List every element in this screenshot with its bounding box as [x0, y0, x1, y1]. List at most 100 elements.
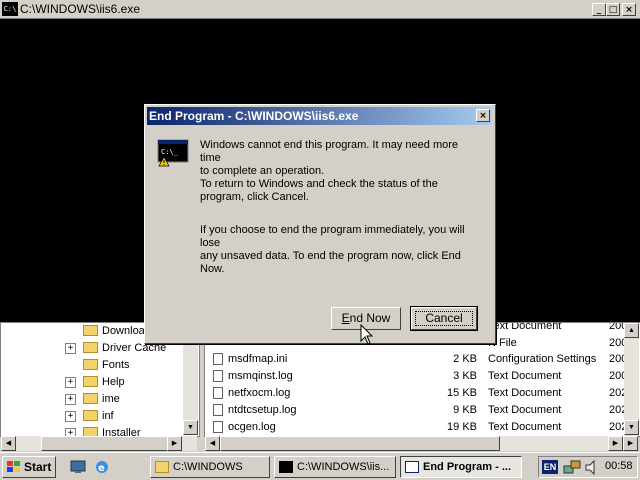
maximize-button[interactable]: □: [606, 3, 620, 16]
scroll-thumb[interactable]: [41, 436, 171, 451]
expand-icon[interactable]: +: [65, 377, 76, 388]
scroll-up-icon[interactable]: ▲: [624, 323, 639, 338]
tree-horizontal-scrollbar[interactable]: ◀ ▶: [1, 436, 197, 451]
system-tray: EN 00:58: [538, 456, 638, 478]
tree-item-label: Downloa: [102, 325, 145, 337]
file-name: netfxocm.log: [228, 387, 291, 399]
scroll-left-icon[interactable]: ◀: [1, 436, 16, 451]
scroll-down-icon[interactable]: ▼: [183, 420, 198, 435]
language-indicator[interactable]: EN: [542, 460, 558, 474]
file-size: 2 KB: [453, 353, 477, 365]
show-desktop-icon[interactable]: [70, 459, 86, 475]
message-paragraph-2: To return to Windows and check the statu…: [200, 178, 480, 204]
mouse-pointer-icon: [360, 324, 374, 345]
message-line: If you choose to end the program immedia…: [200, 224, 465, 249]
minimize-button[interactable]: _: [592, 3, 606, 16]
folder-icon: [83, 359, 98, 370]
windows-logo-icon: [7, 461, 20, 472]
taskbar-item-label: C:\WINDOWS\iis...: [297, 461, 390, 473]
expand-icon[interactable]: +: [65, 411, 76, 422]
scroll-right-icon[interactable]: ▶: [608, 436, 623, 451]
file-type: Text Document: [488, 387, 562, 399]
message-line: Now.: [200, 263, 225, 275]
file-size: 19 KB: [447, 421, 477, 433]
clock[interactable]: 00:58: [605, 460, 633, 472]
tree-item-label: inf: [102, 410, 114, 422]
taskbar: Start e C:\WINDOWS C:\WINDOWS\iis... End…: [0, 452, 640, 480]
cancel-button[interactable]: Cancel: [410, 306, 478, 331]
list-item[interactable]: ocgen.log 19 KB Text Document 202: [211, 419, 631, 436]
file-type: Text Document: [488, 370, 562, 382]
expand-icon[interactable]: +: [65, 343, 76, 354]
text-file-icon: [213, 387, 223, 399]
scroll-thumb[interactable]: [220, 436, 500, 451]
list-horizontal-scrollbar[interactable]: ◀ ▶: [205, 436, 623, 451]
file-type: Text Document: [488, 322, 562, 332]
console-warning-icon: C:\_: [157, 139, 189, 167]
text-file-icon: [213, 404, 223, 416]
message-paragraph-1: Windows cannot end this program. It may …: [200, 139, 480, 178]
file-name: ocgen.log: [228, 421, 276, 433]
scroll-right-icon[interactable]: ▶: [623, 436, 638, 451]
svg-text:e: e: [98, 463, 105, 474]
end-now-label-mnemonic: E: [341, 311, 350, 325]
text-file-icon: [213, 370, 223, 382]
file-size: 15 KB: [447, 387, 477, 399]
taskbar-item-console[interactable]: C:\WINDOWS\iis...: [274, 456, 396, 478]
text-file-icon: [213, 421, 223, 433]
network-icon[interactable]: [563, 460, 581, 475]
window-icon: [405, 461, 419, 473]
start-label: Start: [24, 460, 52, 474]
tree-item-label: Fonts: [102, 359, 130, 371]
file-type: Text Document: [488, 421, 562, 433]
dialog-close-button[interactable]: ×: [476, 109, 490, 122]
svg-text:C:\_: C:\_: [161, 148, 179, 156]
tree-item-label: Help: [102, 376, 125, 388]
expand-icon[interactable]: +: [65, 394, 76, 405]
dialog-titlebar[interactable]: End Program - C:\WINDOWS\iis6.exe ×: [147, 107, 491, 125]
dialog-title: End Program - C:\WINDOWS\iis6.exe: [149, 109, 359, 123]
tree-item-label: ime: [102, 393, 120, 405]
internet-explorer-icon[interactable]: e: [94, 459, 110, 475]
folder-icon: [83, 410, 98, 421]
file-type: Configuration Settings: [488, 353, 597, 365]
file-size: 3 KB: [453, 370, 477, 382]
message-line: To return to Windows and check the statu…: [200, 178, 438, 190]
console-titlebar[interactable]: C:\ C:\WINDOWS\iis6.exe _ □ ×: [0, 0, 640, 19]
scroll-down-icon[interactable]: ▼: [624, 420, 639, 435]
folder-icon: [83, 376, 98, 387]
scroll-left-icon[interactable]: ◀: [205, 436, 220, 451]
ini-file-icon: [213, 353, 223, 365]
message-line: program, click Cancel.: [200, 191, 309, 203]
folder-icon: [83, 325, 98, 336]
scroll-right-icon[interactable]: ▶: [167, 436, 182, 451]
folder-icon: [155, 461, 169, 473]
end-program-dialog: End Program - C:\WINDOWS\iis6.exe × C:\_…: [144, 104, 496, 344]
message-line: to complete an operation.: [200, 165, 325, 177]
folder-icon: [83, 342, 98, 353]
taskbar-item-end-program[interactable]: End Program - ...: [400, 456, 522, 478]
console-icon: [279, 461, 293, 473]
list-vertical-scrollbar[interactable]: ▲ ▼: [624, 323, 639, 436]
file-name: msdfmap.ini: [228, 353, 288, 365]
message-paragraph-3: If you choose to end the program immedia…: [200, 224, 480, 276]
volume-icon[interactable]: [584, 460, 600, 475]
console-title: C:\WINDOWS\iis6.exe: [20, 2, 141, 16]
taskbar-item-windows-folder[interactable]: C:\WINDOWS: [150, 456, 270, 478]
message-line: any unsaved data. To end the program now…: [200, 250, 461, 262]
list-item[interactable]: netfxocm.log 15 KB Text Document 202: [211, 385, 631, 402]
start-button[interactable]: Start: [2, 456, 56, 478]
file-type: Text Document: [488, 404, 562, 416]
list-item[interactable]: ntdtcsetup.log 9 KB Text Document 202: [211, 402, 631, 419]
taskbar-item-label: C:\WINDOWS: [173, 461, 243, 473]
end-now-label: nd Now: [349, 311, 391, 325]
file-name: msmqinst.log: [228, 370, 293, 382]
file-size: 9 KB: [453, 404, 477, 416]
close-button[interactable]: ×: [622, 3, 636, 16]
console-icon: C:\: [2, 2, 18, 16]
taskbar-item-label: End Program - ...: [423, 461, 512, 473]
folder-icon: [83, 393, 98, 404]
list-item[interactable]: msmqinst.log 3 KB Text Document 200: [211, 368, 631, 385]
message-line: Windows cannot end this program. It may …: [200, 139, 459, 164]
list-item[interactable]: msdfmap.ini 2 KB Configuration Settings …: [211, 351, 631, 368]
